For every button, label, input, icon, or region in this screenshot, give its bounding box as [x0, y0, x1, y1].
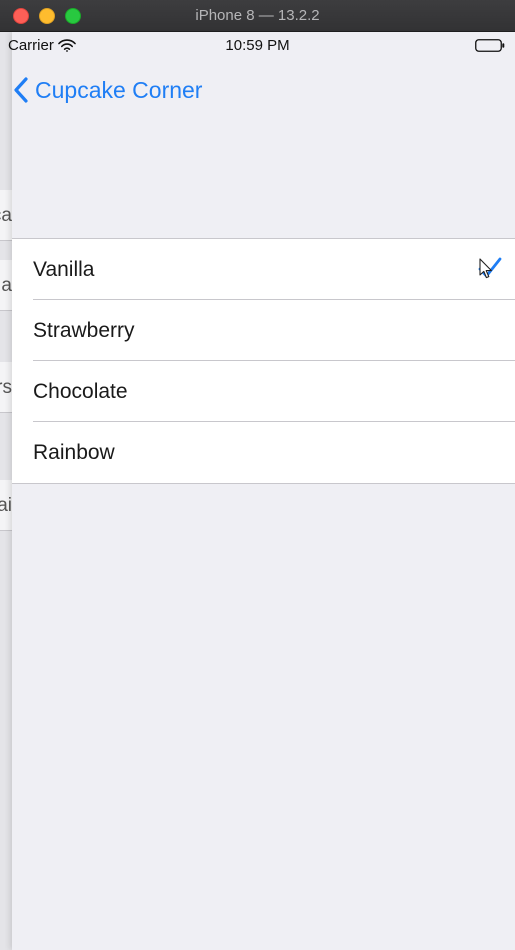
status-time: 10:59 PM: [225, 37, 290, 54]
previous-screen-row: a: [0, 260, 12, 311]
back-button[interactable]: Cupcake Corner: [12, 74, 202, 106]
previous-screen-row: ai: [0, 480, 12, 531]
previous-screen: ca a rs ai: [0, 32, 12, 950]
navigation-bar: Cupcake Corner: [12, 62, 515, 118]
flavor-label: Vanilla: [33, 258, 95, 281]
simulator-window: iPhone 8 — 13.2.2 ca a rs ai Cupcake Cor…: [0, 0, 515, 950]
flavor-row-vanilla[interactable]: Vanilla: [12, 239, 515, 300]
flavor-label: Rainbow: [33, 441, 115, 464]
flavor-row-rainbow[interactable]: Rainbow: [12, 422, 515, 483]
previous-screen-row: rs: [0, 362, 12, 413]
window-titlebar: iPhone 8 — 13.2.2: [0, 0, 515, 32]
flavor-row-strawberry[interactable]: Strawberry: [12, 300, 515, 361]
chevron-left-icon: [14, 77, 28, 103]
mouse-cursor-icon: [479, 258, 492, 279]
window-title: iPhone 8 — 13.2.2: [195, 7, 320, 24]
device-screen: ca a rs ai Cupcake Corner Vanilla: [0, 32, 515, 950]
flavor-picker-screen: Cupcake Corner Vanilla Strawberry Chocol…: [12, 32, 515, 950]
flavor-row-chocolate[interactable]: Chocolate: [12, 361, 515, 422]
flavor-label: Chocolate: [33, 380, 128, 403]
previous-screen-row: ca: [0, 190, 12, 241]
status-bar: Carrier 10:59 PM: [0, 32, 515, 58]
back-button-label: Cupcake Corner: [35, 76, 203, 103]
flavor-list: Vanilla Strawberry Chocolate Rainbow: [12, 238, 515, 484]
flavor-label: Strawberry: [33, 319, 135, 342]
battery-icon: [475, 39, 505, 52]
